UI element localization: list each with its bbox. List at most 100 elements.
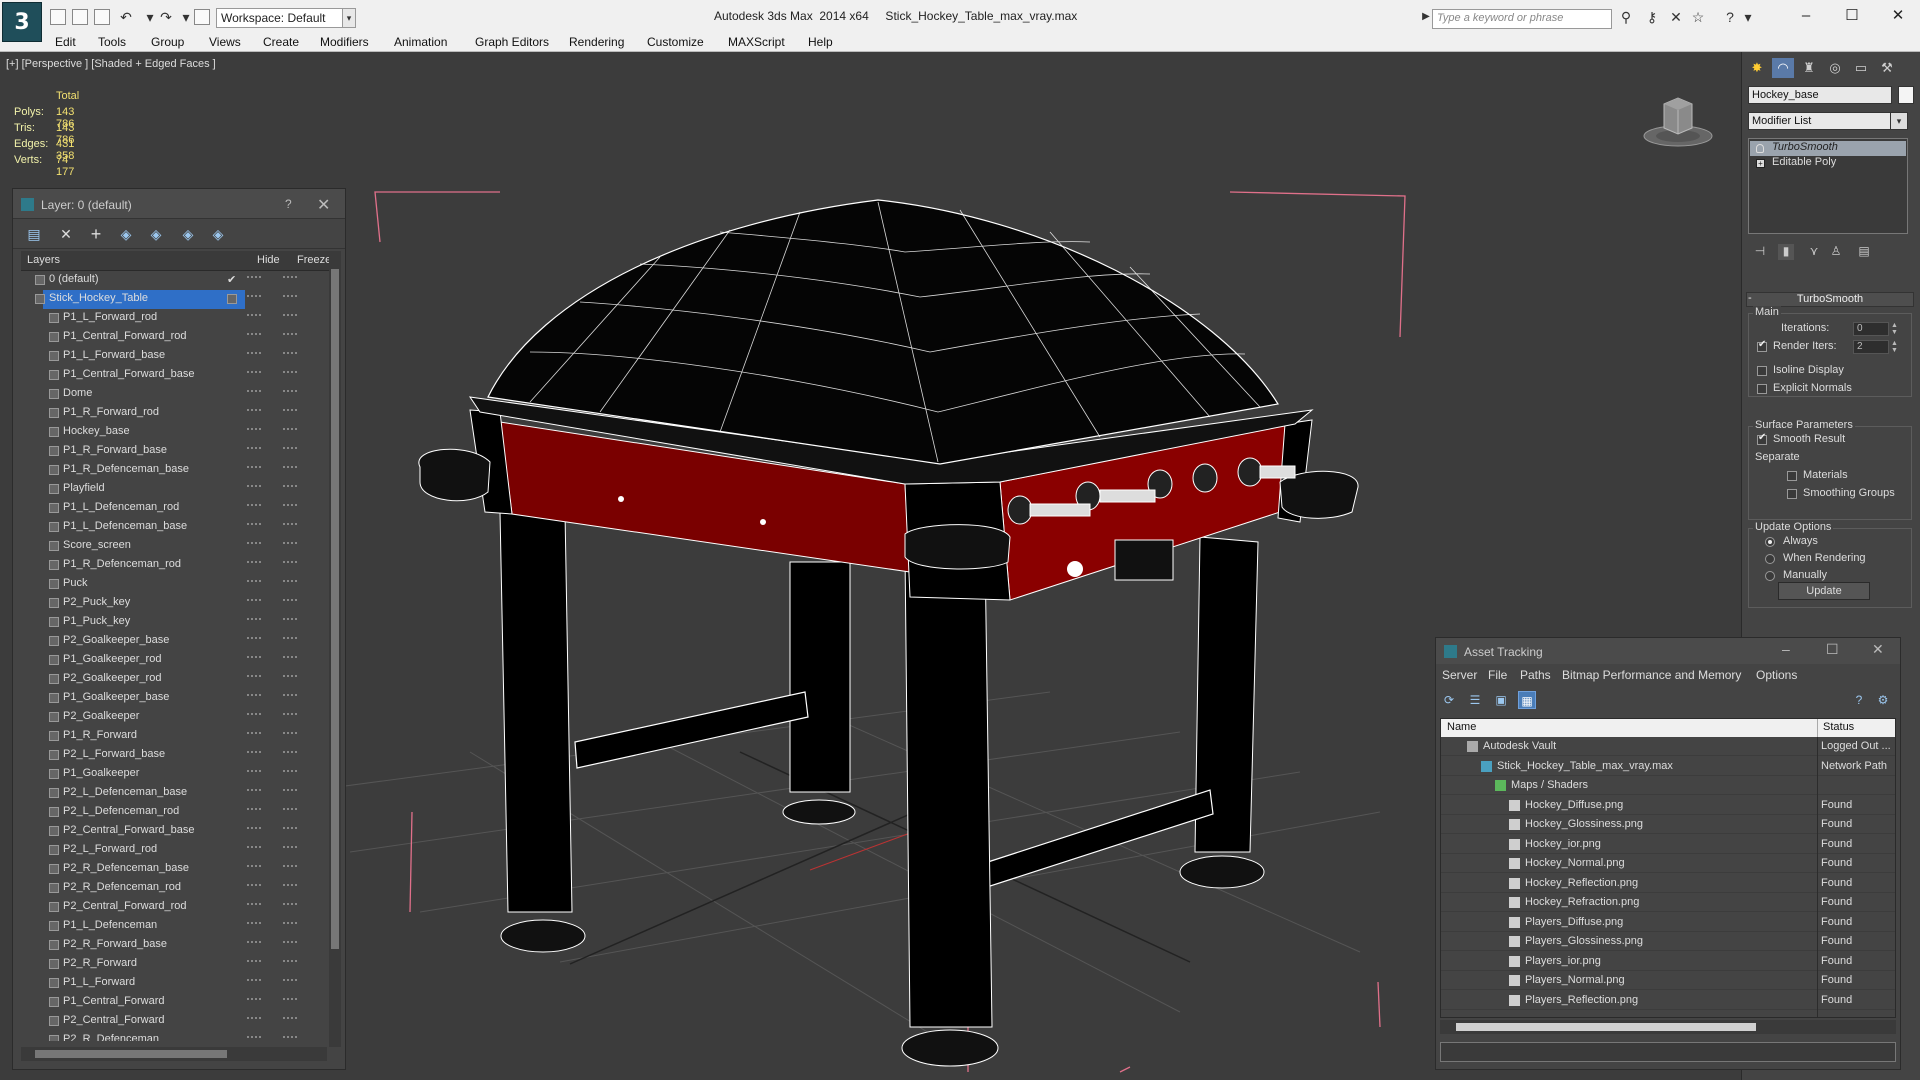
menu-views[interactable]: Views: [209, 35, 241, 49]
asset-name-column-header[interactable]: Name: [1447, 721, 1476, 733]
layer-row[interactable]: P2_L_Forward_rod: [21, 841, 327, 860]
asset-tracking-titlebar[interactable]: Asset Tracking – ☐ ✕: [1436, 638, 1900, 664]
freeze-toggle[interactable]: [283, 751, 297, 757]
layer-row[interactable]: P1_Central_Forward_rod: [21, 328, 327, 347]
layer-row[interactable]: P1_L_Defenceman_base: [21, 518, 327, 537]
hide-toggle[interactable]: [247, 352, 261, 358]
workspace-select[interactable]: Workspace: Default: [216, 8, 352, 28]
layer-row[interactable]: P1_L_Forward: [21, 974, 327, 993]
redo-dropdown-icon[interactable]: ▾: [178, 9, 194, 25]
freeze-toggle[interactable]: [283, 466, 297, 472]
freeze-toggle[interactable]: [283, 846, 297, 852]
layer-vertical-scroll-thumb[interactable]: [331, 269, 339, 949]
minimize-icon[interactable]: –: [1786, 4, 1826, 28]
hide-toggle[interactable]: [247, 960, 261, 966]
modifier-list-select[interactable]: Modifier List: [1748, 112, 1908, 130]
help-icon[interactable]: ?: [1722, 9, 1738, 25]
layer-row[interactable]: P2_Puck_key: [21, 594, 327, 613]
layer-row[interactable]: P2_R_Forward_base: [21, 936, 327, 955]
menu-rendering[interactable]: Rendering: [569, 35, 624, 49]
active-layer-check-icon[interactable]: ✔: [227, 273, 236, 286]
asset-horizontal-scroll-thumb[interactable]: [1456, 1023, 1756, 1031]
hide-toggle[interactable]: [247, 694, 261, 700]
hide-toggle[interactable]: [247, 713, 261, 719]
layer-row[interactable]: Playfield: [21, 480, 327, 499]
menu-animation[interactable]: Animation: [394, 35, 447, 49]
hide-toggle[interactable]: [247, 542, 261, 548]
motion-tab-icon[interactable]: ◎: [1824, 58, 1846, 78]
asset-menu-paths[interactable]: Paths: [1520, 668, 1551, 682]
render-iters-spinner[interactable]: 2: [1853, 340, 1889, 354]
freeze-toggle[interactable]: [283, 827, 297, 833]
create-tab-icon[interactable]: ✸: [1746, 58, 1768, 78]
asset-row[interactable]: Hockey_Refraction.png Found: [1441, 893, 1895, 912]
asset-menu-file[interactable]: File: [1488, 668, 1507, 682]
freeze-toggle[interactable]: [283, 276, 297, 282]
layer-row[interactable]: P2_Central_Forward_rod: [21, 898, 327, 917]
freeze-column-header[interactable]: Freeze: [297, 254, 331, 266]
layer-row[interactable]: 0 (default) ✔: [21, 271, 327, 290]
asset-row[interactable]: Players_ior.png Found: [1441, 952, 1895, 971]
asset-menu-options[interactable]: Options: [1756, 668, 1797, 682]
layer-row[interactable]: Dome: [21, 385, 327, 404]
layer-row[interactable]: P1_L_Defenceman_rod: [21, 499, 327, 518]
display-tab-icon[interactable]: ▭: [1850, 58, 1872, 78]
redo-icon[interactable]: ↷: [158, 9, 174, 25]
separate-smoothing-groups-checkbox[interactable]: [1787, 489, 1797, 499]
freeze-toggle[interactable]: [283, 333, 297, 339]
asset-row[interactable]: Autodesk Vault Logged Out ...: [1441, 737, 1895, 756]
freeze-toggle[interactable]: [283, 789, 297, 795]
hide-toggle[interactable]: [247, 789, 261, 795]
asset-row[interactable]: Players_Glossiness.png Found: [1441, 932, 1895, 951]
layer-row[interactable]: P1_R_Defenceman_base: [21, 461, 327, 480]
hide-toggle[interactable]: [247, 732, 261, 738]
hide-toggle[interactable]: [247, 599, 261, 605]
freeze-toggle[interactable]: [283, 295, 297, 301]
update-always-radio[interactable]: [1765, 537, 1775, 547]
hide-toggle[interactable]: [247, 656, 261, 662]
layer-row[interactable]: P1_R_Forward_base: [21, 442, 327, 461]
hide-toggle[interactable]: [247, 637, 261, 643]
layers-column-header[interactable]: Layers: [27, 254, 60, 266]
expand-plus-icon[interactable]: +: [1756, 159, 1765, 168]
freeze-toggle[interactable]: [283, 409, 297, 415]
asset-settings-icon[interactable]: ⚙: [1874, 691, 1892, 709]
delete-layer-icon[interactable]: ✕: [57, 225, 75, 243]
hide-toggle[interactable]: [247, 1017, 261, 1023]
hide-toggle[interactable]: [247, 466, 261, 472]
configure-modifier-sets-icon[interactable]: ▤: [1856, 244, 1872, 260]
hide-toggle[interactable]: [247, 390, 261, 396]
freeze-toggle[interactable]: [283, 523, 297, 529]
project-folder-icon[interactable]: [194, 9, 210, 25]
hide-toggle[interactable]: [247, 485, 261, 491]
hide-toggle[interactable]: [247, 561, 261, 567]
layer-row[interactable]: P2_Goalkeeper_rod: [21, 670, 327, 689]
layer-row[interactable]: P2_Central_Forward: [21, 1012, 327, 1031]
asset-row[interactable]: Players_Reflection.png Found: [1441, 991, 1895, 1010]
table-view-icon[interactable]: ▦: [1518, 691, 1536, 709]
menu-group[interactable]: Group: [151, 35, 184, 49]
hide-toggle[interactable]: [247, 998, 261, 1004]
hide-toggle[interactable]: [247, 580, 261, 586]
hide-toggle[interactable]: [247, 884, 261, 890]
update-button[interactable]: Update: [1778, 582, 1870, 600]
layer-row[interactable]: P1_R_Forward_rod: [21, 404, 327, 423]
modify-tab-icon[interactable]: ◠: [1772, 58, 1794, 78]
thumbnail-view-icon[interactable]: ▣: [1492, 691, 1510, 709]
freeze-toggle[interactable]: [283, 390, 297, 396]
freeze-toggle[interactable]: [283, 1017, 297, 1023]
help-dropdown-icon[interactable]: ▾: [1740, 9, 1756, 25]
make-current-layer-icon[interactable]: [227, 294, 237, 304]
close-icon[interactable]: ✕: [1878, 4, 1918, 28]
freeze-toggle[interactable]: [283, 504, 297, 510]
freeze-toggle[interactable]: [283, 580, 297, 586]
isoline-display-checkbox[interactable]: [1757, 366, 1767, 376]
layer-row[interactable]: P2_R_Defenceman_rod: [21, 879, 327, 898]
menu-tools[interactable]: Tools: [98, 35, 126, 49]
open-file-icon[interactable]: [72, 9, 88, 25]
asset-maximize-icon[interactable]: ☐: [1826, 641, 1839, 658]
freeze-toggle[interactable]: [283, 618, 297, 624]
freeze-toggle[interactable]: [283, 352, 297, 358]
new-file-icon[interactable]: [50, 9, 66, 25]
stack-item-editable-poly[interactable]: + Editable Poly: [1750, 156, 1906, 171]
